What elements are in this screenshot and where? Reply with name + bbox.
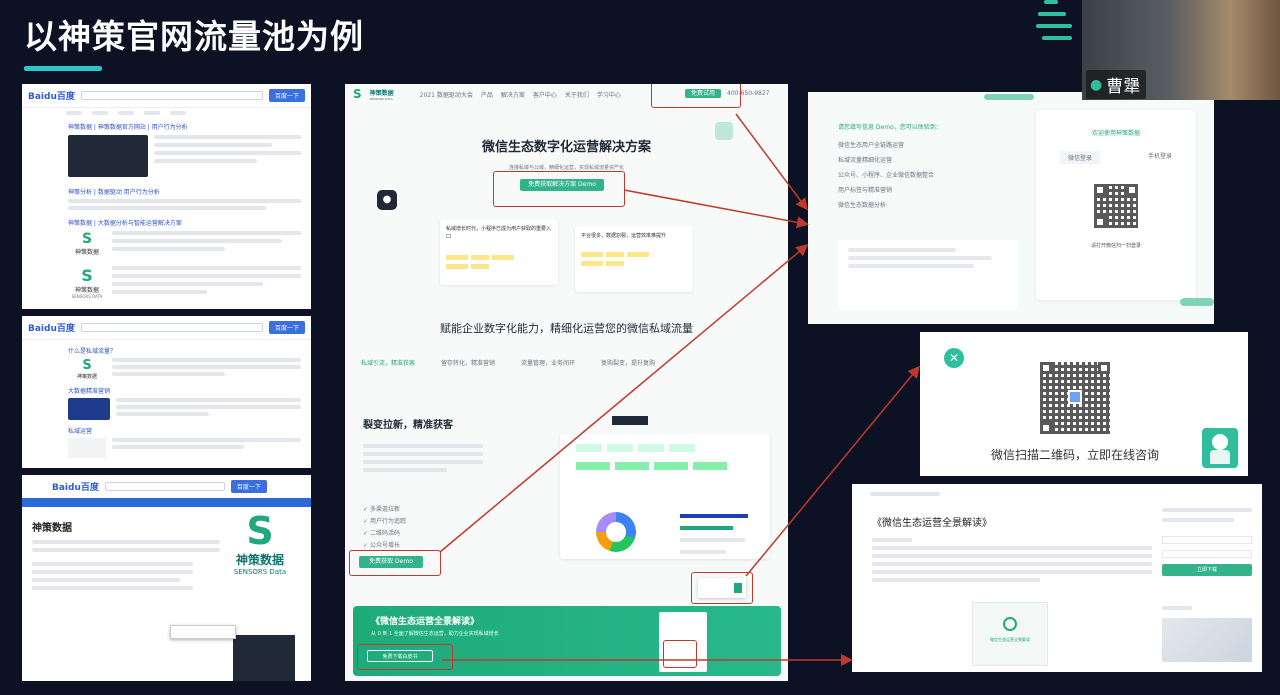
arrow-nav-to-form bbox=[735, 113, 808, 211]
connector-arrows bbox=[439, 113, 920, 666]
microphone-icon: ● bbox=[1090, 76, 1103, 93]
arrow-demo-to-form bbox=[439, 244, 809, 553]
arrow-hero-to-form bbox=[623, 189, 809, 229]
presenter-name-tag: ● 曹犟 bbox=[1086, 70, 1147, 99]
arrow-popup-to-qr bbox=[745, 365, 920, 577]
presenter-name: 曹犟 bbox=[1106, 77, 1141, 97]
